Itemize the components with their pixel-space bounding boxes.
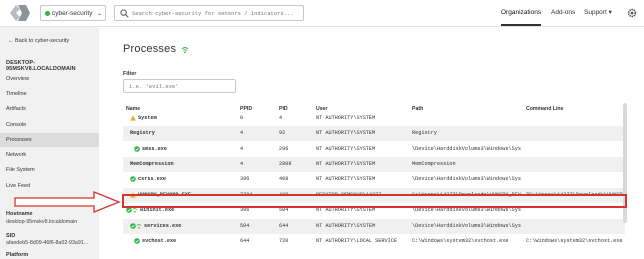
sidebar-item-console[interactable]: Console	[0, 118, 99, 132]
process-ppid: 0	[240, 115, 244, 121]
process-name: csrss.exe	[138, 176, 167, 182]
top-bar: cyber-security ⌄ Organizations Add-ons S…	[0, 0, 644, 27]
org-select[interactable]: cyber-security ⌄	[40, 5, 106, 21]
org-select-value: cyber-security	[52, 10, 93, 17]
process-pid: 4	[279, 115, 283, 121]
process-name: smss.exe	[142, 146, 167, 152]
process-path: C:\Windows\system32\svchost.exe	[412, 238, 509, 244]
process-user: NT AUTHORITY\LOCAL SERVICE	[316, 238, 397, 244]
table-row[interactable]: csrss.exe 396 408 NT AUTHORITY\SYSTEM \Devic…	[123, 172, 625, 187]
process-user: NT AUTHORITY\SYSTEM	[316, 176, 376, 182]
process-table: Name PPID PID User Path Command Line Sys…	[123, 104, 625, 259]
check-wifi-icon	[130, 223, 142, 229]
table-row[interactable]: smss.exe 4 296 NT AUTHORITY\SYSTEM \Device\H…	[123, 142, 625, 157]
process-pid: 644	[279, 223, 289, 229]
process-path: \Device\HarddiskVolume3\Windows\Sys...	[412, 223, 522, 229]
process-command-line: C:\Windows\system32\svchost.exe -k	[526, 238, 625, 244]
process-ppid: 504	[240, 223, 250, 229]
check-icon	[134, 238, 140, 244]
table-row[interactable]: svchost.exe 644 720 NT AUTHORITY\LOCAL SERV…	[123, 234, 625, 249]
wifi-icon	[181, 47, 189, 54]
process-ppid: 4	[240, 146, 244, 152]
process-name: Registry	[130, 130, 155, 136]
search-icon	[120, 9, 129, 18]
logo-icon[interactable]	[8, 2, 32, 24]
search-input[interactable]	[132, 6, 300, 20]
search-box[interactable]	[114, 5, 304, 21]
red-arrow-icon	[14, 191, 121, 213]
process-user: NT AUTHORITY\SYSTEM	[316, 146, 376, 152]
back-link[interactable]: ← Back to cyber-security	[8, 38, 69, 44]
sidebar: ← Back to cyber-security DESKTOP-95MSKV8…	[0, 27, 99, 259]
process-pid: 720	[279, 238, 289, 244]
sid-label: SID	[6, 233, 16, 239]
process-path: MemCompression	[412, 161, 456, 167]
status-dot-icon	[45, 11, 50, 16]
check-icon	[130, 176, 136, 182]
process-ppid: 644	[240, 238, 250, 244]
sidebar-item-file-system[interactable]: File System	[0, 163, 99, 177]
process-pid: 2808	[279, 161, 292, 167]
nav-support[interactable]: Support ▾	[584, 0, 612, 26]
hostname-value: desktop-95mskv8.localdomain	[6, 219, 78, 225]
process-user: NT AUTHORITY\SYSTEM	[316, 161, 376, 167]
process-name: svchost.exe	[142, 238, 177, 244]
process-user: NT AUTHORITY\SYSTEM	[316, 115, 376, 121]
table-row[interactable]: MemCompression 4 2808 NT AUTHORITY\SYSTEM Me…	[123, 157, 625, 172]
sid-value: afaedeb5-8d09-46f6-8a02-93a91...	[6, 240, 89, 246]
platform-label: Platform	[6, 252, 29, 258]
sidebar-item-timeline[interactable]: Timeline	[0, 87, 99, 101]
nav-organizations[interactable]: Organizations	[501, 0, 542, 26]
check-icon	[134, 146, 140, 152]
filter-label: Filter	[123, 71, 137, 77]
process-name: services.exe	[144, 223, 182, 229]
filter-input[interactable]	[123, 79, 236, 93]
process-path: \Device\HarddiskVolume3\Windows\Sys...	[412, 176, 522, 182]
sidebar-item-overview[interactable]: Overview	[0, 72, 99, 86]
process-name: System	[138, 115, 157, 121]
process-path: Registry	[412, 130, 437, 136]
sensor-hostname-heading: DESKTOP-95MSKV8.LOCALDOMAIN	[6, 60, 76, 72]
process-pid: 296	[279, 146, 289, 152]
process-path: \Device\HarddiskVolume3\Windows\Sys...	[412, 146, 522, 152]
process-ppid: 4	[240, 161, 244, 167]
process-ppid: 4	[240, 130, 244, 136]
sidebar-item-processes[interactable]: Processes	[0, 133, 99, 147]
process-user: NT AUTHORITY\SYSTEM	[316, 130, 376, 136]
warning-icon	[130, 115, 136, 121]
sidebar-item-network[interactable]: Network	[0, 148, 99, 162]
process-user: NT AUTHORITY\SYSTEM	[316, 223, 376, 229]
table-row[interactable]: services.exe 504 644 NT AUTHORITY\SYSTEM \De…	[123, 219, 625, 234]
process-name: MemCompression	[130, 161, 174, 167]
chevron-down-icon: ⌄	[96, 11, 102, 17]
table-row[interactable]: Registry 4 92 NT AUTHORITY\SYSTEM Registry	[123, 126, 625, 141]
sidebar-item-artifacts[interactable]: Artifacts	[0, 102, 99, 116]
nav-addons[interactable]: Add-ons	[551, 0, 575, 26]
main-content: Processes Filter Name PPID PID User Path…	[99, 27, 644, 259]
process-pid: 408	[279, 176, 289, 182]
gear-icon[interactable]	[627, 8, 637, 18]
process-ppid: 396	[240, 176, 250, 182]
page-title: Processes	[123, 43, 177, 55]
process-pid: 92	[279, 130, 286, 136]
table-row[interactable]: System 0 4 NT AUTHORITY\SYSTEM	[123, 111, 625, 126]
highlight-box	[122, 194, 627, 208]
